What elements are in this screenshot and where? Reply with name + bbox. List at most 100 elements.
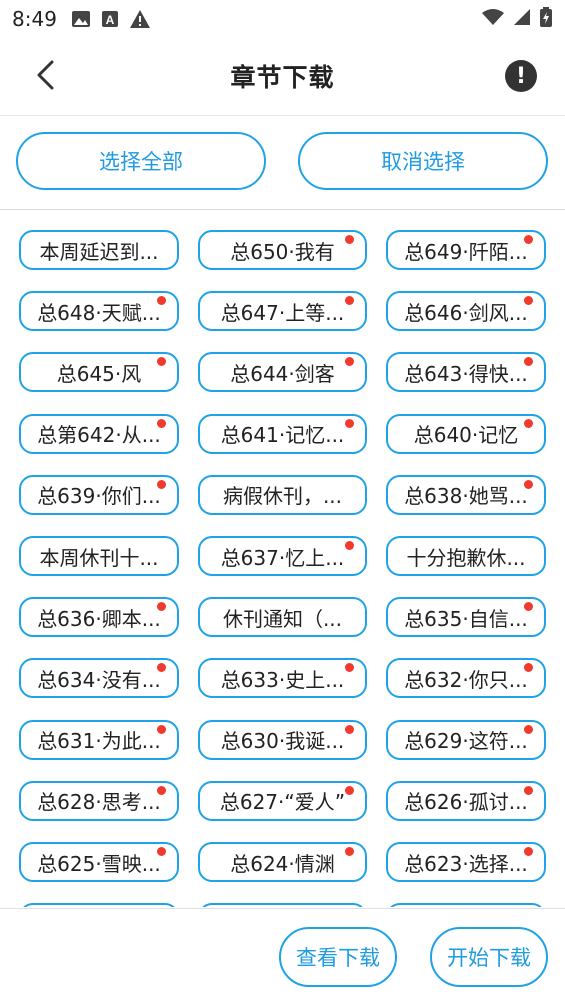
chapter-chip[interactable]: 病假休刊，... — [198, 474, 367, 515]
cancel-select-button[interactable]: 取消选择 — [298, 132, 548, 190]
chapter-label: 休刊通知（... — [222, 606, 343, 631]
new-badge-dot — [524, 479, 533, 489]
chapter-chip[interactable]: 总643·得快... — [386, 352, 546, 393]
chapter-label: 病假休刊，... — [222, 484, 343, 509]
signal-icon — [513, 7, 531, 31]
chapter-label: 总635·自信... — [404, 606, 528, 631]
chapter-label: 总644·剑客 — [230, 361, 335, 386]
chapter-chip[interactable]: 总624·情渊 — [198, 842, 367, 882]
chapter-label: 十分抱歉休... — [406, 545, 526, 570]
new-badge-dot — [345, 724, 354, 734]
status-time: 8:49 — [12, 7, 57, 31]
chapter-chip[interactable]: 总625·雪映... — [19, 842, 179, 882]
image-icon — [71, 10, 91, 28]
new-badge-dot — [524, 785, 533, 795]
battery-icon — [539, 6, 553, 32]
chapter-chip[interactable] — [19, 903, 179, 907]
chapter-chip[interactable]: 总639·你们... — [19, 474, 179, 515]
chapter-chip[interactable]: 总649·阡陌... — [386, 230, 546, 270]
info-button[interactable]: ! — [505, 60, 537, 92]
new-badge-dot — [524, 847, 533, 856]
chapter-label: 总637·忆上... — [220, 545, 345, 570]
chapter-chip[interactable]: 总626·孤讨... — [386, 780, 546, 821]
chapter-chip[interactable]: 休刊通知（... — [198, 597, 367, 638]
chapter-chip[interactable]: 总638·她骂... — [386, 474, 546, 515]
chapter-chip[interactable]: 总636·卿本... — [19, 597, 179, 638]
view-downloads-button[interactable]: 查看下载 — [279, 927, 397, 987]
chapter-label: 总627·“爱人” — [219, 790, 346, 815]
chapter-chip[interactable]: 总635·自信... — [386, 597, 546, 638]
exclamation-icon: ! — [515, 63, 527, 89]
select-all-button[interactable]: 选择全部 — [16, 132, 266, 190]
chapter-chip[interactable]: 总648·天赋... — [19, 291, 179, 332]
chapter-chip[interactable]: 总629·这符... — [386, 719, 546, 760]
new-badge-dot — [524, 418, 533, 428]
chapter-chip[interactable]: 总641·记忆... — [198, 413, 367, 454]
chapter-label: 总632·你只... — [404, 667, 528, 692]
chapter-label: 总638·她骂... — [404, 484, 528, 509]
chapter-chip[interactable]: 总645·风 — [19, 352, 179, 393]
chapter-chip[interactable]: 总640·记忆 — [386, 413, 546, 454]
chapter-chip[interactable]: 总632·你只... — [386, 658, 546, 699]
new-badge-dot — [345, 785, 354, 795]
chapter-chip[interactable]: 总623·选择... — [386, 842, 546, 882]
chapter-label: 总634·没有... — [37, 667, 161, 692]
new-badge-dot — [345, 418, 354, 428]
chapter-label: 总649·阡陌... — [404, 239, 528, 264]
warning-icon — [129, 9, 151, 29]
chapter-chip[interactable]: 总646·剑风... — [386, 291, 546, 332]
chapter-label: 总631·为此... — [37, 729, 161, 754]
chapter-chip[interactable]: 总630·我诞... — [198, 719, 367, 760]
chapter-chip[interactable]: 总第642·从... — [19, 413, 179, 454]
new-badge-dot — [345, 847, 354, 856]
wifi-icon — [481, 7, 505, 31]
chapter-label: 总630·我诞... — [220, 729, 345, 754]
chapter-label: 总648·天赋... — [37, 300, 161, 325]
chapter-chip[interactable]: 总628·思考... — [19, 780, 179, 821]
status-bar: 8:49 A — [0, 0, 565, 38]
new-badge-dot — [157, 785, 166, 795]
new-badge-dot — [345, 235, 354, 244]
start-download-button[interactable]: 开始下载 — [430, 927, 548, 987]
chapter-label: 总650·我有 — [230, 239, 335, 264]
chapter-label: 总640·记忆 — [413, 423, 519, 448]
chapter-chip[interactable]: 总644·剑客 — [198, 352, 367, 393]
chapter-label: 总628·思考... — [37, 790, 161, 815]
selection-actions: 选择全部 取消选择 — [0, 116, 565, 210]
chapter-label: 总647·上等... — [220, 300, 345, 325]
chapter-chip[interactable]: 总631·为此... — [19, 719, 179, 760]
chapter-grid: 本周延迟到... 总650·我有 总649·阡陌... 总648·天赋... 总647·… — [0, 211, 565, 907]
chapter-chip[interactable]: 总637·忆上... — [198, 536, 367, 576]
chapter-label: 总641·记忆... — [220, 423, 345, 448]
svg-text:A: A — [106, 13, 115, 27]
new-badge-dot — [524, 235, 533, 244]
chapter-label: 总639·你们... — [37, 484, 161, 509]
chapter-label: 总625·雪映... — [37, 851, 161, 876]
chapter-label: 总643·得快... — [404, 361, 528, 386]
chapter-label: 总第642·从... — [37, 423, 161, 448]
chapter-chip[interactable] — [386, 903, 546, 907]
chapter-chip[interactable]: 本周休刊十... — [19, 536, 179, 576]
chapter-label: 总623·选择... — [404, 851, 528, 876]
chapter-chip[interactable]: 总647·上等... — [198, 291, 367, 332]
chapter-chip[interactable]: 总634·没有... — [19, 658, 179, 699]
chapter-label: 总645·风 — [56, 361, 142, 386]
new-badge-dot — [157, 724, 166, 734]
chapter-label: 本周延迟到... — [39, 239, 159, 264]
chapter-chip[interactable]: 总650·我有 — [198, 230, 367, 270]
new-badge-dot — [157, 847, 166, 856]
chapter-label: 总633·史上... — [220, 667, 345, 692]
new-badge-dot — [345, 541, 354, 550]
new-badge-dot — [157, 418, 166, 428]
chapter-chip[interactable] — [198, 903, 367, 907]
new-badge-dot — [157, 479, 166, 489]
app-bar: 章节下载 ! — [0, 38, 565, 116]
bottom-bar: 查看下载 开始下载 — [0, 908, 565, 1004]
font-a-icon: A — [101, 10, 119, 28]
new-badge-dot — [524, 724, 533, 734]
chapter-chip[interactable]: 总633·史上... — [198, 658, 367, 699]
chapter-chip[interactable]: 十分抱歉休... — [386, 536, 546, 576]
chapter-chip[interactable]: 总627·“爱人” — [198, 780, 367, 821]
page-title: 章节下载 — [230, 63, 335, 92]
chapter-chip[interactable]: 本周延迟到... — [19, 230, 179, 270]
